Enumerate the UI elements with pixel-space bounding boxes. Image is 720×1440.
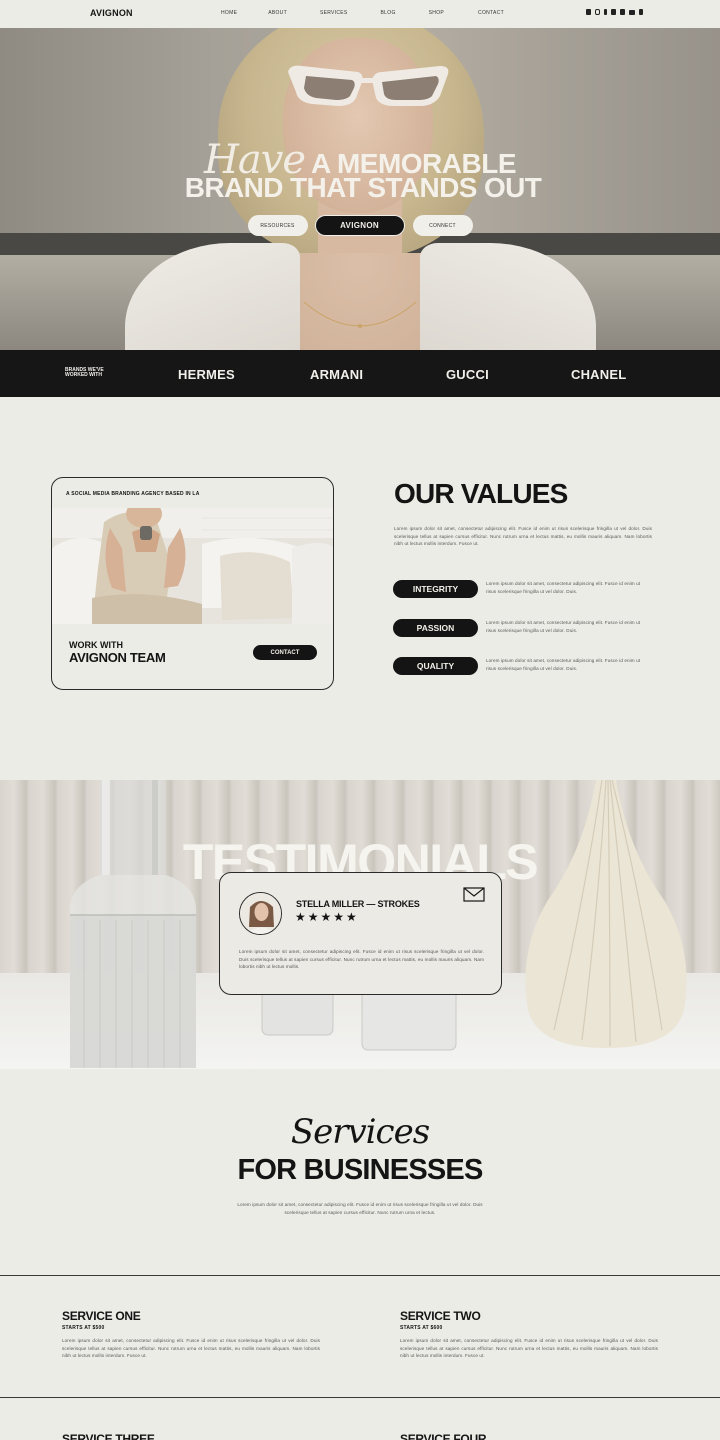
agency-tagline: A SOCIAL MEDIA BRANDING AGENCY BASED IN … [66,491,200,497]
divider [0,1397,720,1399]
team-name: AVIGNON TEAM [69,650,166,665]
service-name: SERVICE ONE [62,1309,141,1323]
nav-link-home[interactable]: HOME [221,10,237,16]
instagram-icon[interactable] [595,9,600,15]
service-description: Lorem ipsum dolor sit amet, consectetur … [62,1338,320,1359]
nav-link-contact[interactable]: CONTACT [478,10,504,16]
contact-button[interactable]: CONTACT [253,645,317,660]
site-logo[interactable]: AVIGNON [90,8,133,18]
value-text: Lorem ipsum dolor sit amet, consectetur … [486,620,641,633]
work-with-label: WORK WITH [69,640,123,650]
brand-chanel: CHANEL [571,367,627,382]
resources-button[interactable]: RESOURCES [247,215,308,236]
service-name: SERVICE TWO [400,1309,481,1323]
team-photo [52,508,333,624]
service-one: SERVICE ONE STARTS AT $500 Lorem ipsum d… [62,1309,320,1360]
hero-headline-line2: BRAND THAT STANDS OUT [184,172,542,203]
nav-link-shop[interactable]: SHOP [429,10,444,16]
connect-button[interactable]: CONNECT [412,215,473,236]
hero-buttons: RESOURCES AVIGNON CONNECT [0,215,720,236]
value-text: Lorem ipsum dolor sit amet, consectetur … [486,658,641,671]
nav-link-about[interactable]: ABOUT [268,10,287,16]
service-price: STARTS AT $600 [400,1325,443,1331]
tiktok-icon[interactable] [639,9,643,15]
services-script-title: Services [290,1112,430,1152]
vase-graphic [525,780,687,1048]
nav-links: HOME ABOUT SERVICES BLOG SHOP CONTACT [205,10,504,16]
value-pill: QUALITY [393,657,478,675]
values-description: Lorem ipsum dolor sit amet, consectetur … [394,526,652,547]
testimonial-quote: Lorem ipsum dolor sit amet, consectetur … [239,949,484,970]
top-nav: AVIGNON HOME ABOUT SERVICES BLOG SHOP CO… [0,0,720,28]
services-description: Lorem ipsum dolor sit amet, consectetur … [237,1202,483,1215]
facebook-icon[interactable] [604,9,607,15]
brands-caption: BRANDS WE'VE WORKED WITH [65,367,104,379]
mail-icon[interactable] [463,887,485,902]
linkedin-icon[interactable] [620,9,625,15]
brand-gucci: GUCCI [446,367,489,382]
values-title: OUR VALUES [394,478,568,509]
social-icons [586,9,643,15]
service-two: SERVICE TWO STARTS AT $600 Lorem ipsum d… [400,1309,658,1360]
avatar [239,892,282,935]
nav-link-services[interactable]: SERVICES [320,10,348,16]
star-rating: ★★★★★ [295,910,359,924]
service-description: Lorem ipsum dolor sit amet, consectetur … [400,1338,658,1359]
service-name: SERVICE THREE [62,1432,155,1440]
value-pill: PASSION [393,619,478,637]
glass-bottle-graphic [70,780,196,1068]
brands-bar: BRANDS WE'VE WORKED WITH HERMES ARMANI G… [0,350,720,397]
brand-armani: ARMANI [310,367,364,382]
avignon-button[interactable]: AVIGNON [314,215,405,236]
necklace-graphic [303,301,417,328]
service-name: SERVICE FOUR [400,1432,487,1440]
sunglasses-graphic [288,65,449,106]
value-pill: INTEGRITY [393,580,478,598]
nav-link-blog[interactable]: BLOG [381,10,396,16]
testimonial-card: STELLA MILLER — STROKES ★★★★★ Lorem ipsu… [219,872,502,995]
reviewer-name: STELLA MILLER — STROKES [296,899,420,909]
service-four: SERVICE FOUR [400,1432,658,1440]
divider [0,1275,720,1277]
brand-hermes: HERMES [178,367,235,382]
service-price: STARTS AT $500 [62,1325,105,1331]
about-card: A SOCIAL MEDIA BRANDING AGENCY BASED IN … [51,477,334,690]
services-title: FOR BUSINESSES [237,1154,483,1186]
service-three: SERVICE THREE [62,1432,320,1440]
twitter-icon[interactable] [611,9,616,15]
youtube-icon[interactable] [629,10,635,15]
shop-icon[interactable] [586,9,591,15]
value-text: Lorem ipsum dolor sit amet, consectetur … [486,581,641,594]
